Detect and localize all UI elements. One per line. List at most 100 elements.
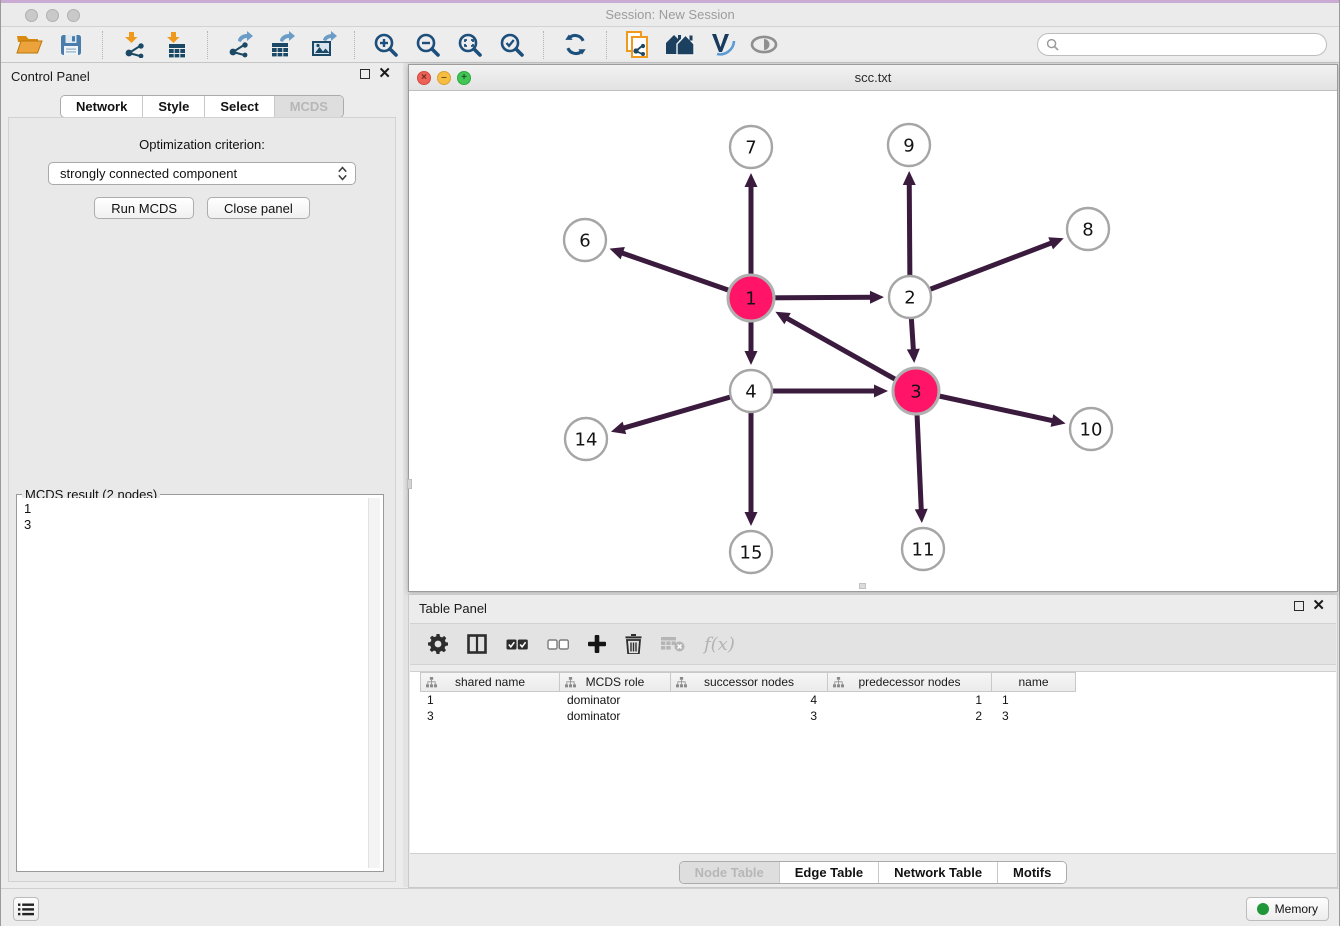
- zoom-fit-button[interactable]: [454, 30, 486, 60]
- tab-style[interactable]: Style: [143, 96, 205, 117]
- table-cell[interactable]: 3: [996, 708, 1081, 724]
- table-cell[interactable]: 1: [996, 692, 1081, 708]
- table-cell[interactable]: dominator: [561, 708, 673, 724]
- trash-icon: [625, 634, 642, 654]
- control-panel-tabbar: Network Style Select MCDS: [60, 95, 344, 118]
- column-header-successor-nodes[interactable]: successor nodes: [670, 672, 828, 692]
- apply-layout-button[interactable]: [664, 30, 696, 60]
- zoom-fit-icon: [457, 32, 483, 58]
- column-header-shared-name[interactable]: shared name: [420, 672, 560, 692]
- network-view-title: scc.txt: [409, 70, 1337, 85]
- table-panel-header: Table Panel ✕: [409, 595, 1337, 621]
- export-image-icon: [310, 31, 337, 58]
- show-hide-panel-button[interactable]: [748, 30, 780, 60]
- gear-icon: [428, 634, 448, 654]
- vizmapper-icon: [709, 32, 736, 57]
- close-table-panel-icon[interactable]: ✕: [1312, 601, 1325, 611]
- open-session-button[interactable]: [13, 30, 45, 60]
- tree-icon: [676, 677, 687, 688]
- control-panel-header: Control Panel ✕: [1, 63, 403, 89]
- tree-icon: [565, 677, 576, 688]
- table-cell[interactable]: 3: [421, 708, 561, 724]
- memory-status-icon: [1257, 903, 1269, 915]
- table-body: 1dominator4113dominator323: [410, 692, 1336, 724]
- tab-motifs[interactable]: Motifs: [998, 862, 1066, 883]
- close-panel-button[interactable]: Close panel: [207, 197, 310, 219]
- table-options-button[interactable]: [428, 631, 448, 657]
- run-mcds-button[interactable]: Run MCDS: [94, 197, 194, 219]
- export-network-button[interactable]: [223, 30, 255, 60]
- task-history-button[interactable]: [13, 897, 39, 921]
- graph-node-label: 4: [745, 382, 756, 403]
- table-row[interactable]: 3dominator323: [421, 708, 1336, 724]
- delete-table-button[interactable]: [661, 631, 685, 657]
- refresh-icon: [563, 32, 588, 57]
- refresh-layout-button[interactable]: [559, 30, 591, 60]
- copy-network-button[interactable]: [622, 30, 654, 60]
- application-window: Session: New Session: [0, 0, 1340, 926]
- unchecked-boxes-icon: [547, 639, 569, 650]
- export-table-button[interactable]: [265, 30, 297, 60]
- table-cell[interactable]: 1: [831, 692, 996, 708]
- show-columns-button[interactable]: [467, 631, 487, 657]
- window-resize-handle-left[interactable]: [407, 479, 412, 489]
- export-image-button[interactable]: [307, 30, 339, 60]
- table-cell[interactable]: 2: [831, 708, 996, 724]
- zoom-out-button[interactable]: [412, 30, 444, 60]
- zoom-in-icon: [373, 32, 399, 58]
- table-cell[interactable]: 4: [673, 692, 831, 708]
- save-icon: [59, 33, 83, 57]
- delete-column-button[interactable]: [625, 631, 642, 657]
- network-canvas[interactable]: 1234678910111415: [409, 91, 1337, 591]
- table-cell[interactable]: 3: [673, 708, 831, 724]
- eye-icon: [750, 35, 778, 54]
- graph-node-label: 1: [745, 289, 756, 310]
- delete-table-icon: [661, 636, 685, 652]
- import-network-button[interactable]: [118, 30, 150, 60]
- control-panel: Control Panel ✕ Network Style Select MCD…: [1, 63, 403, 888]
- tab-edge-table[interactable]: Edge Table: [780, 862, 879, 883]
- vizmapper-button[interactable]: [706, 30, 738, 60]
- float-table-panel-icon[interactable]: [1294, 601, 1304, 611]
- float-panel-icon[interactable]: [360, 69, 370, 79]
- graph-edge-arrowhead: [745, 512, 758, 526]
- table-tabbar: Node Table Edge Table Network Table Moti…: [679, 861, 1068, 884]
- window-resize-handle-bottom[interactable]: [859, 583, 866, 589]
- search-box: [1037, 33, 1327, 56]
- import-table-button[interactable]: [160, 30, 192, 60]
- open-folder-icon: [16, 33, 43, 56]
- graph-node-label: 2: [904, 288, 915, 309]
- search-input[interactable]: [1064, 38, 1318, 52]
- table-cell[interactable]: 1: [421, 692, 561, 708]
- tab-network-table[interactable]: Network Table: [879, 862, 998, 883]
- chevron-updown-icon: [337, 166, 348, 181]
- function-builder-button[interactable]: f(x): [704, 631, 735, 657]
- column-header-MCDS-role[interactable]: MCDS role: [559, 672, 671, 692]
- graph-edge-arrowhead: [870, 291, 884, 304]
- column-header-predecessor-nodes[interactable]: predecessor nodes: [827, 672, 992, 692]
- table-row[interactable]: 1dominator411: [421, 692, 1336, 708]
- close-panel-icon[interactable]: ✕: [378, 69, 391, 79]
- graph-edge-2-8[interactable]: [910, 242, 1053, 297]
- deselect-all-columns-button[interactable]: [547, 631, 569, 657]
- table-cell[interactable]: dominator: [561, 692, 673, 708]
- mcds-result-text[interactable]: 1 3: [20, 498, 368, 868]
- graph-edge-arrowhead: [745, 173, 758, 187]
- mcds-result-scrollbar[interactable]: [368, 498, 380, 868]
- control-panel-title: Control Panel: [11, 69, 90, 84]
- zoom-selected-button[interactable]: [496, 30, 528, 60]
- toolbar-separator: [354, 31, 355, 59]
- save-session-button[interactable]: [55, 30, 87, 60]
- optimization-criterion-dropdown[interactable]: strongly connected component: [48, 162, 356, 185]
- tab-mcds[interactable]: MCDS: [275, 96, 343, 117]
- tab-network[interactable]: Network: [61, 96, 143, 117]
- zoom-selected-icon: [499, 32, 525, 58]
- column-header-name[interactable]: name: [991, 672, 1076, 692]
- zoom-in-button[interactable]: [370, 30, 402, 60]
- tab-node-table[interactable]: Node Table: [680, 862, 780, 883]
- memory-button[interactable]: Memory: [1246, 897, 1329, 921]
- network-view-window: × – + scc.txt 1234678910111415: [408, 64, 1338, 592]
- add-column-button[interactable]: [588, 631, 606, 657]
- select-all-columns-button[interactable]: [506, 631, 528, 657]
- tab-select[interactable]: Select: [205, 96, 274, 117]
